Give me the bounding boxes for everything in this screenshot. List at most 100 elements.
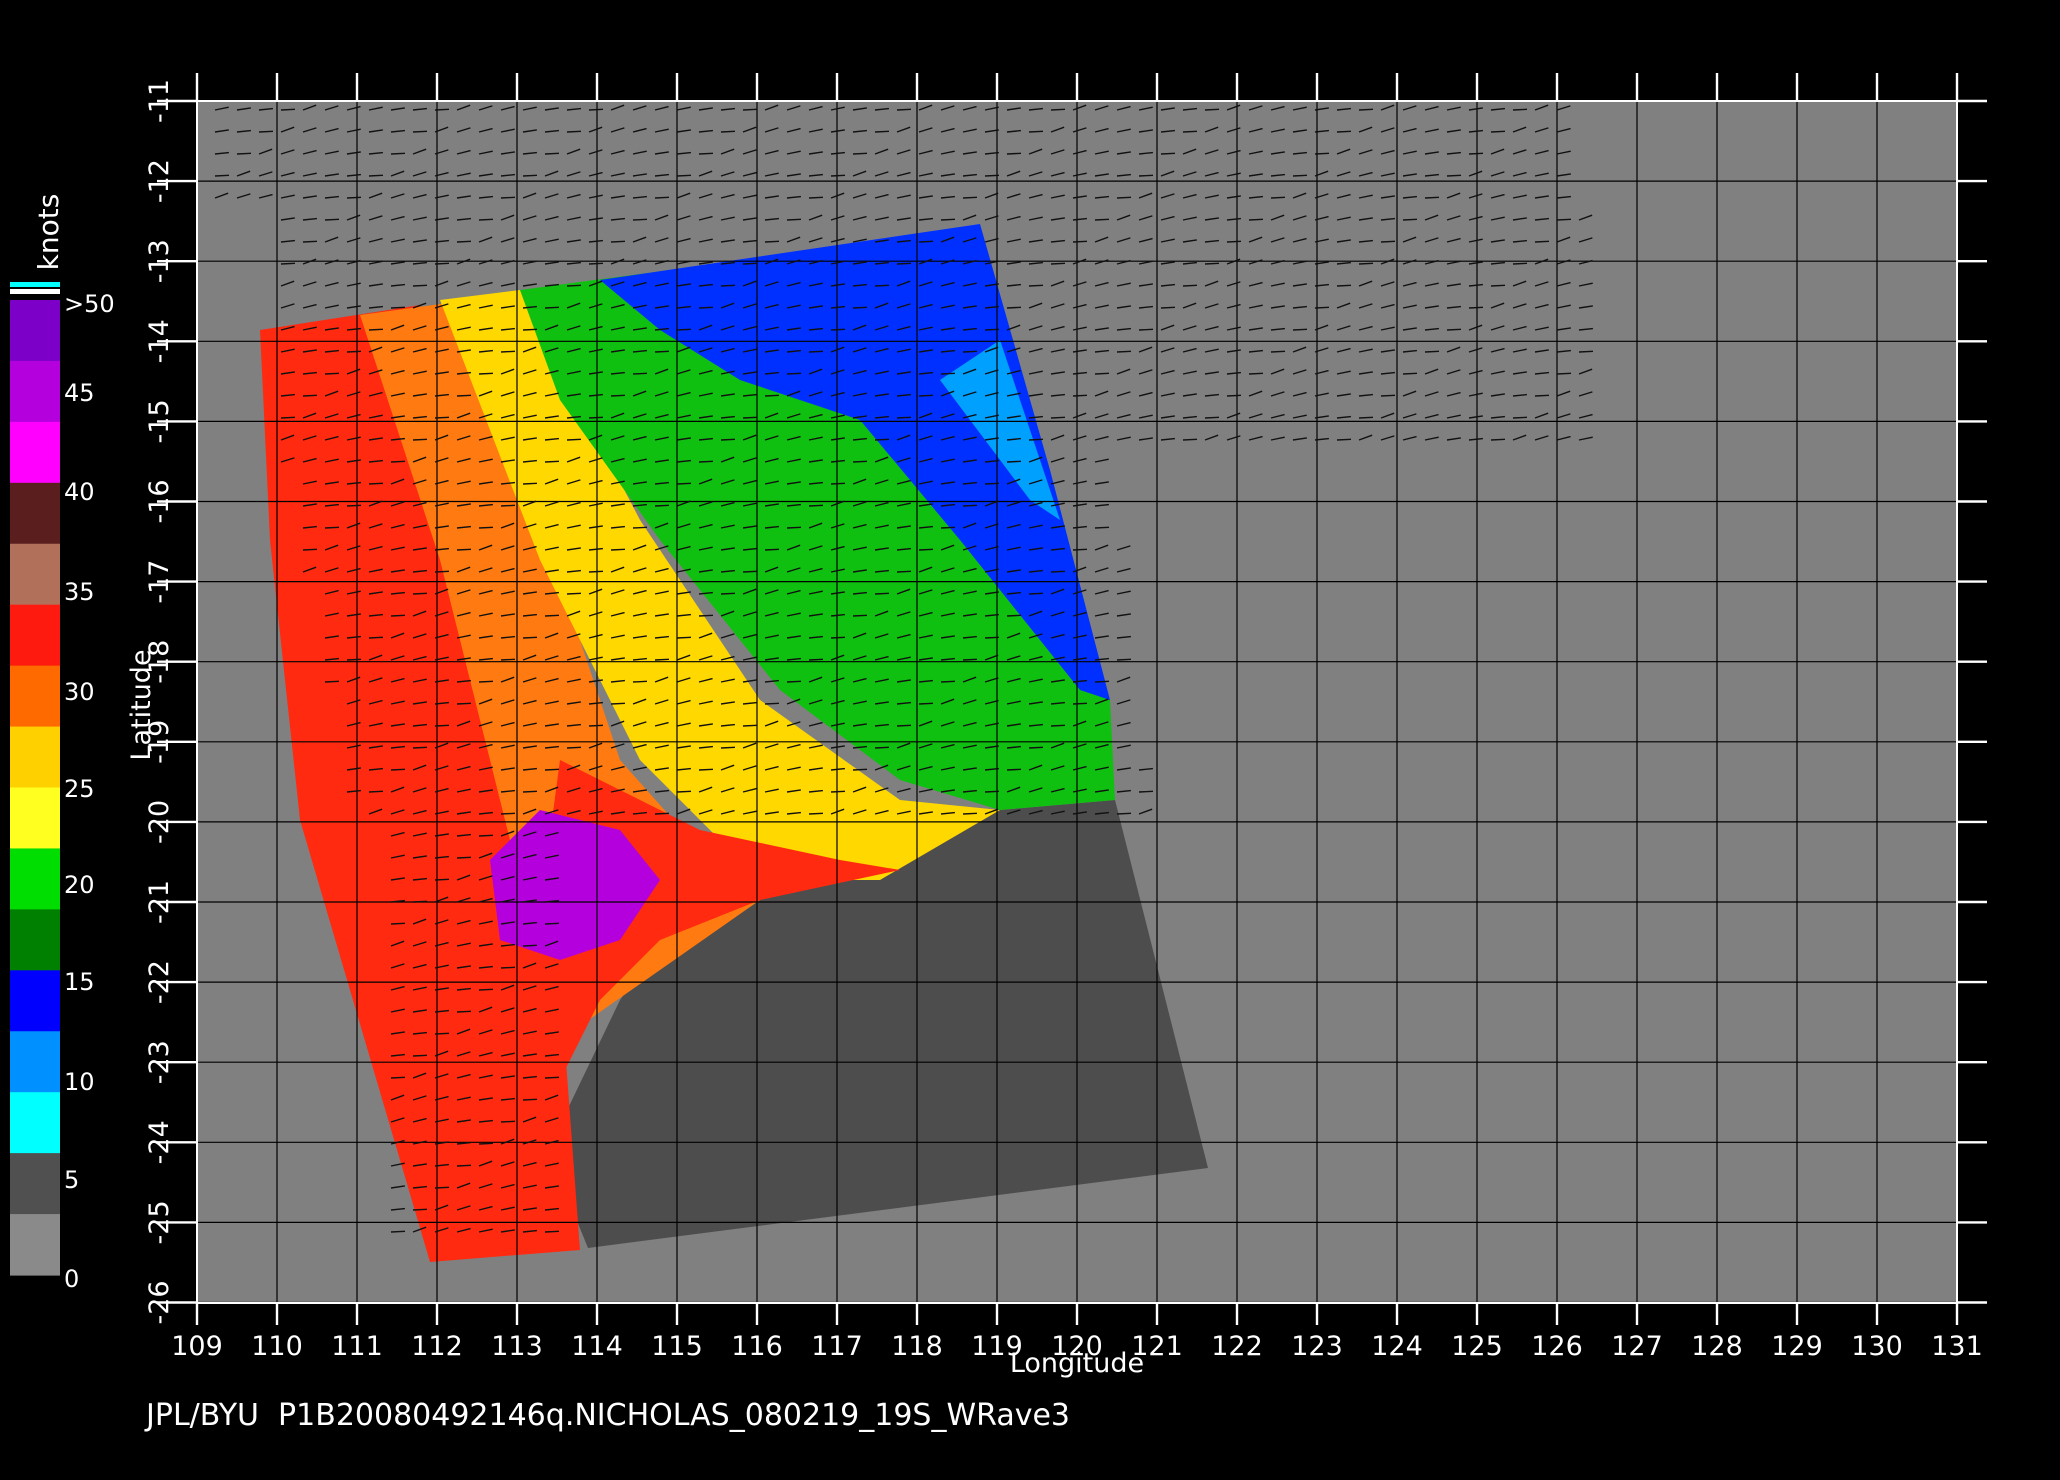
- legend-swatch: [10, 300, 60, 362]
- wind-barb: [390, 152, 406, 155]
- legend-unit: knots: [32, 194, 65, 271]
- legend-swatch: [10, 970, 60, 1032]
- wind-barb: [896, 724, 912, 727]
- wind-barb: [984, 174, 1000, 177]
- lat-tick-label: -23: [144, 1040, 175, 1084]
- wind-barb: [1050, 262, 1066, 265]
- lat-tick-label: -21: [144, 880, 175, 924]
- wind-barb: [412, 284, 428, 287]
- wind-barb: [896, 108, 912, 111]
- wind-barb: [434, 1032, 450, 1035]
- wind-barb: [1358, 262, 1374, 265]
- wind-barb: [500, 350, 516, 353]
- wind-barb: [324, 526, 340, 529]
- wind-barb: [984, 328, 1000, 331]
- wind-barb: [346, 350, 362, 353]
- wind-speed-legend: [10, 282, 60, 1276]
- lat-tick-label: -17: [144, 560, 175, 604]
- lon-tick-label: 109: [171, 1331, 223, 1362]
- wind-barb: [1490, 438, 1506, 441]
- wind-barb: [412, 746, 428, 749]
- wind-barb: [874, 746, 890, 749]
- wind-barb: [896, 262, 912, 265]
- wind-barb: [456, 1010, 472, 1013]
- wind-barb: [324, 680, 340, 683]
- legend-swatch: [10, 909, 60, 971]
- wind-barb: [1006, 614, 1022, 617]
- wind-barb: [676, 636, 692, 639]
- wind-barb: [500, 658, 516, 661]
- lon-tick-label: 131: [1931, 1331, 1983, 1362]
- wind-barb: [390, 922, 406, 925]
- legend-labels: >50 45 40 35 30 25 20 15 10 5 0: [64, 290, 115, 1293]
- wind-barb: [544, 1230, 560, 1233]
- wind-barb: [478, 526, 494, 529]
- wind-barb: [522, 1098, 538, 1101]
- wind-barb: [522, 944, 538, 947]
- wind-barb: [610, 702, 626, 705]
- legend-swatch: [10, 726, 60, 789]
- wind-barb: [478, 218, 494, 221]
- legend-label: 30: [64, 678, 95, 706]
- wind-barb: [764, 702, 780, 705]
- wind-barb: [1050, 570, 1066, 573]
- wind-barb: [1226, 394, 1242, 397]
- wind-barb: [456, 394, 472, 397]
- wind-barb: [1358, 108, 1374, 111]
- wind-barb: [764, 240, 780, 243]
- legend-label: 0: [64, 1265, 79, 1293]
- legend-label: 25: [64, 775, 95, 803]
- wind-barb: [1116, 196, 1132, 199]
- legend-label: 20: [64, 871, 95, 899]
- legend-swatch: [10, 282, 60, 287]
- lat-tick-label: -26: [144, 1280, 175, 1324]
- wind-barb: [566, 130, 582, 133]
- wind-barb: [566, 284, 582, 287]
- wind-barb: [1468, 306, 1484, 309]
- wind-barb: [544, 922, 560, 925]
- wind-barb: [1006, 768, 1022, 771]
- wind-barb: [1534, 394, 1550, 397]
- legend-swatch: [10, 1031, 60, 1093]
- wind-barb: [522, 790, 538, 793]
- wind-barb: [742, 108, 758, 111]
- wind-barb: [698, 460, 714, 463]
- lon-tick-label: 112: [411, 1331, 463, 1362]
- product-caption: JPL/BYU P1B20080492146q.NICHOLAS_080219_…: [146, 1398, 1070, 1433]
- wind-barb: [1490, 284, 1506, 287]
- wind-barb: [1380, 394, 1396, 397]
- wind-barb: [852, 152, 868, 155]
- wind-barb: [1402, 218, 1418, 221]
- wind-barb: [786, 218, 802, 221]
- wind-barb: [1578, 350, 1594, 353]
- wind-barb: [1534, 240, 1550, 243]
- wind-barb: [1424, 196, 1440, 199]
- wind-barb: [1314, 306, 1330, 309]
- wind-barb: [1006, 306, 1022, 309]
- wind-barb: [522, 482, 538, 485]
- legend-label: >50: [64, 290, 115, 318]
- wind-barb: [962, 196, 978, 199]
- wind-barb: [1028, 746, 1044, 749]
- wind-barb: [654, 658, 670, 661]
- y-axis-label: Latitude: [126, 649, 157, 760]
- wind-barb: [852, 768, 868, 771]
- wind-barb: [720, 592, 736, 595]
- wind-barb: [1336, 438, 1352, 441]
- lat-tick-label: -13: [144, 239, 175, 283]
- wind-barb: [1006, 152, 1022, 155]
- wind-barb: [588, 570, 604, 573]
- lon-tick-label: 129: [1771, 1331, 1823, 1362]
- wind-barb: [720, 438, 736, 441]
- wind-barb: [830, 174, 846, 177]
- wind-barb: [808, 196, 824, 199]
- wind-barb: [830, 790, 846, 793]
- wind-barb: [940, 526, 956, 529]
- wind-barb: [610, 548, 626, 551]
- legend-label: 45: [64, 379, 95, 407]
- wind-barb: [588, 262, 604, 265]
- lon-tick-label: 110: [251, 1331, 303, 1362]
- wind-barb: [1072, 240, 1088, 243]
- wind-barb: [918, 240, 934, 243]
- wind-barb: [236, 152, 252, 155]
